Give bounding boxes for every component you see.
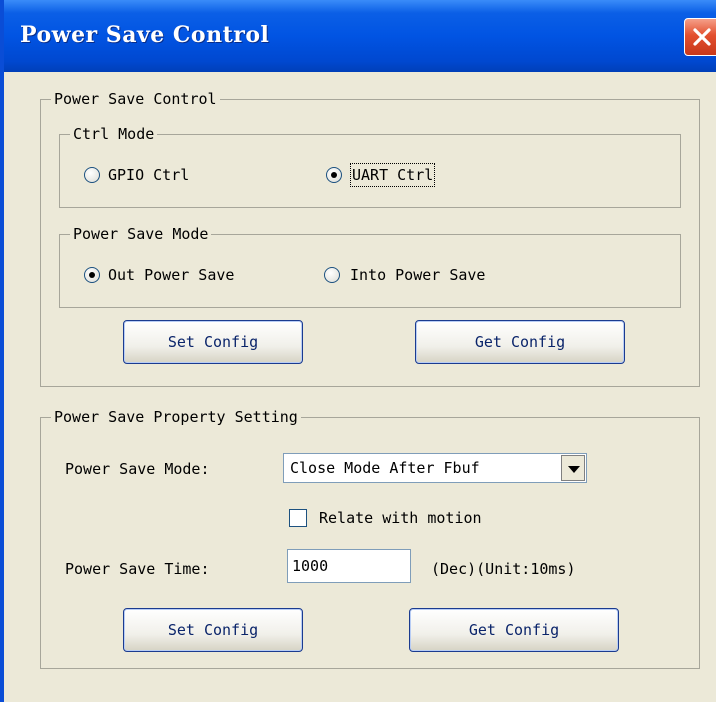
- get-config-button[interactable]: Get Config: [415, 320, 625, 364]
- property-get-config-button[interactable]: Get Config: [409, 608, 619, 652]
- dialog-window: Power Save Control Power Save Control Ct…: [0, 0, 716, 702]
- power-save-time-value: 1000: [292, 557, 329, 575]
- into-power-save-radio[interactable]: [324, 267, 340, 283]
- relate-with-motion-checkbox[interactable]: [289, 509, 307, 527]
- power-save-property-group: Power Save Property Setting Power Save M…: [40, 407, 700, 669]
- power-save-mode-select[interactable]: Close Mode After Fbuf: [283, 453, 587, 483]
- close-icon: [693, 28, 711, 46]
- power-save-time-label: Power Save Time:: [65, 560, 210, 578]
- uart-ctrl-radio[interactable]: [326, 167, 342, 183]
- power-save-mode-group: Power Save Mode Out Power Save Into Powe…: [59, 224, 681, 308]
- group-title-power-save-mode: Power Save Mode: [70, 224, 212, 244]
- window-title: Power Save Control: [20, 22, 270, 48]
- out-power-save-label[interactable]: Out Power Save: [108, 265, 234, 285]
- gpio-ctrl-radio[interactable]: [84, 167, 100, 183]
- time-unit-label: (Dec)(Unit:10ms): [431, 560, 576, 578]
- power-save-control-group: Power Save Control Ctrl Mode GPIO Ctrl U…: [40, 89, 700, 387]
- into-power-save-label[interactable]: Into Power Save: [350, 265, 485, 285]
- out-power-save-radio[interactable]: [84, 267, 100, 283]
- relate-with-motion-label[interactable]: Relate with motion: [319, 508, 482, 528]
- ctrl-mode-group: Ctrl Mode GPIO Ctrl UART Ctrl: [59, 124, 681, 208]
- set-config-button[interactable]: Set Config: [123, 320, 303, 364]
- property-set-config-button[interactable]: Set Config: [123, 608, 303, 652]
- power-save-time-input[interactable]: 1000: [287, 549, 411, 583]
- gpio-ctrl-label[interactable]: GPIO Ctrl: [108, 165, 189, 185]
- group-title-property-setting: Power Save Property Setting: [51, 407, 301, 427]
- close-button[interactable]: [684, 18, 716, 56]
- title-bar[interactable]: Power Save Control: [4, 0, 716, 72]
- group-title-power-save-control: Power Save Control: [51, 89, 220, 109]
- power-save-mode-value: Close Mode After Fbuf: [290, 459, 480, 477]
- power-save-mode-label: Power Save Mode:: [65, 460, 210, 478]
- group-title-ctrl-mode: Ctrl Mode: [70, 124, 158, 144]
- uart-ctrl-label[interactable]: UART Ctrl: [349, 163, 436, 187]
- chevron-down-icon[interactable]: [561, 455, 585, 481]
